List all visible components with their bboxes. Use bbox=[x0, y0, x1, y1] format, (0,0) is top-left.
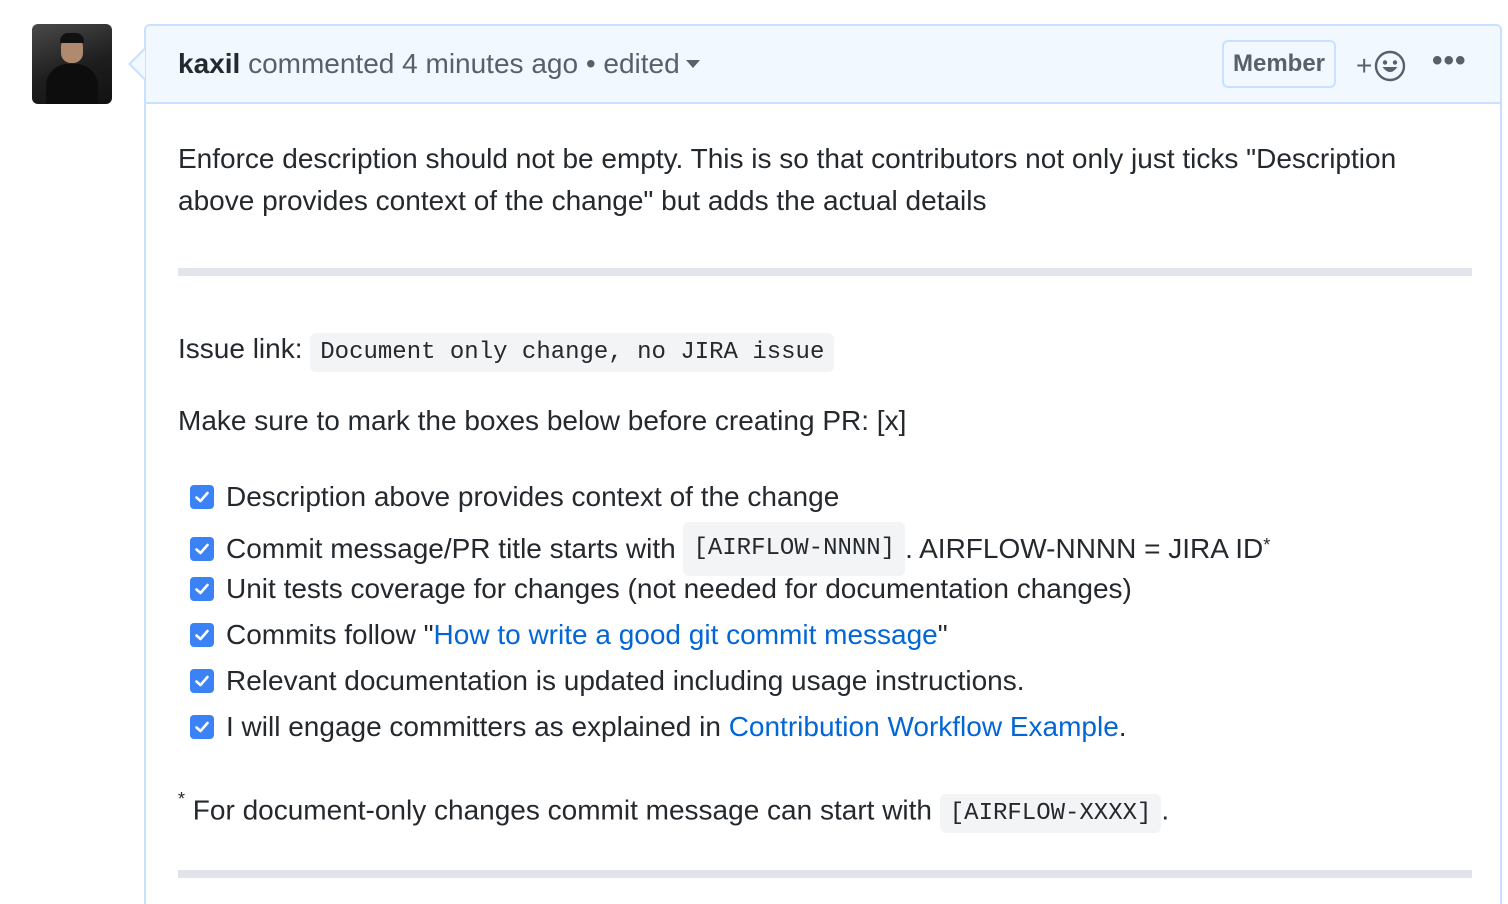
task-text: Relevant documentation is updated includ… bbox=[226, 665, 1025, 696]
checkmark-icon bbox=[195, 721, 209, 733]
avatar-figure-body bbox=[46, 64, 98, 104]
issue-link-label: Issue link: bbox=[178, 333, 303, 364]
add-reaction-button[interactable]: + bbox=[1356, 48, 1406, 84]
comment-box: kaxil commented 4 minutes ago • edited M… bbox=[144, 24, 1502, 904]
caret-down-icon bbox=[685, 59, 700, 68]
checkbox-checked[interactable] bbox=[190, 623, 214, 647]
footnote-code: [AIRFLOW-XXXX] bbox=[939, 794, 1162, 834]
checkmark-icon bbox=[195, 491, 209, 503]
checkbox-checked[interactable] bbox=[190, 485, 214, 509]
comment-pointer-inner bbox=[131, 50, 145, 78]
more-options-button[interactable]: ••• bbox=[1432, 44, 1467, 78]
task-item: Description above provides context of th… bbox=[190, 476, 839, 518]
issue-link-line: Issue link: Document only change, no JIR… bbox=[178, 328, 835, 374]
task-text: Description above provides context of th… bbox=[226, 481, 840, 512]
commit-message-guide-link[interactable]: How to write a good git commit message bbox=[434, 614, 938, 656]
task-text: Unit tests coverage for changes (not nee… bbox=[226, 573, 1132, 604]
author-link[interactable]: kaxil bbox=[178, 48, 240, 79]
comment-header: kaxil commented 4 minutes ago • edited M… bbox=[146, 26, 1500, 104]
edited-label: edited bbox=[603, 48, 680, 79]
checkbox-checked[interactable] bbox=[190, 577, 214, 601]
task-text-post: " bbox=[937, 619, 948, 650]
intro-paragraph: Enforce description should not be empty.… bbox=[178, 143, 1397, 216]
issue-link-code: Document only change, no JIRA issue bbox=[310, 333, 835, 372]
task-text-post: . bbox=[1118, 711, 1127, 742]
member-badge: Member bbox=[1222, 40, 1336, 88]
contribution-workflow-link[interactable]: Contribution Workflow Example bbox=[729, 706, 1119, 748]
checkmark-icon bbox=[195, 629, 209, 641]
task-item: Relevant documentation is updated includ… bbox=[190, 660, 1025, 702]
checkbox-checked[interactable] bbox=[190, 669, 214, 693]
task-item: Unit tests coverage for changes (not nee… bbox=[190, 568, 1132, 610]
plus-icon: + bbox=[1356, 50, 1373, 81]
task-text-pre: I will engage committers as explained in bbox=[226, 711, 729, 742]
checkmark-icon bbox=[195, 583, 209, 595]
task-text-pre: Commit message/PR title starts with bbox=[226, 533, 684, 564]
checkmark-icon bbox=[195, 543, 209, 555]
footnote-end: . bbox=[1161, 794, 1170, 826]
task-item: Commits follow " How to write a good git … bbox=[190, 614, 948, 656]
meta-separator: • bbox=[585, 48, 596, 79]
comment-meta: kaxil commented 4 minutes ago • edited bbox=[178, 48, 700, 80]
divider bbox=[178, 268, 1472, 276]
task-text-post: . AIRFLOW-NNNN = JIRA ID bbox=[905, 533, 1264, 564]
avatar[interactable] bbox=[32, 24, 112, 104]
checkmark-icon bbox=[195, 675, 209, 687]
comment-action: commented bbox=[248, 48, 395, 79]
task-text-pre: Commits follow " bbox=[226, 619, 434, 650]
edited-dropdown[interactable]: edited bbox=[603, 48, 700, 79]
divider bbox=[178, 870, 1472, 878]
comment-timestamp[interactable]: 4 minutes ago bbox=[402, 48, 578, 79]
footnote-ref[interactable]: * bbox=[1263, 524, 1270, 566]
task-item: I will engage committers as explained in… bbox=[190, 706, 1127, 748]
instruction-text: Make sure to mark the boxes below before… bbox=[178, 405, 907, 436]
checkbox-checked[interactable] bbox=[190, 537, 214, 561]
checkbox-checked[interactable] bbox=[190, 715, 214, 739]
avatar-figure-hair bbox=[60, 33, 84, 43]
footnote: * For document-only changes commit messa… bbox=[178, 782, 1169, 835]
footnote-mark: * bbox=[178, 789, 186, 809]
smiley-icon bbox=[1375, 50, 1406, 82]
footnote-text: For document-only changes commit message… bbox=[185, 794, 940, 826]
